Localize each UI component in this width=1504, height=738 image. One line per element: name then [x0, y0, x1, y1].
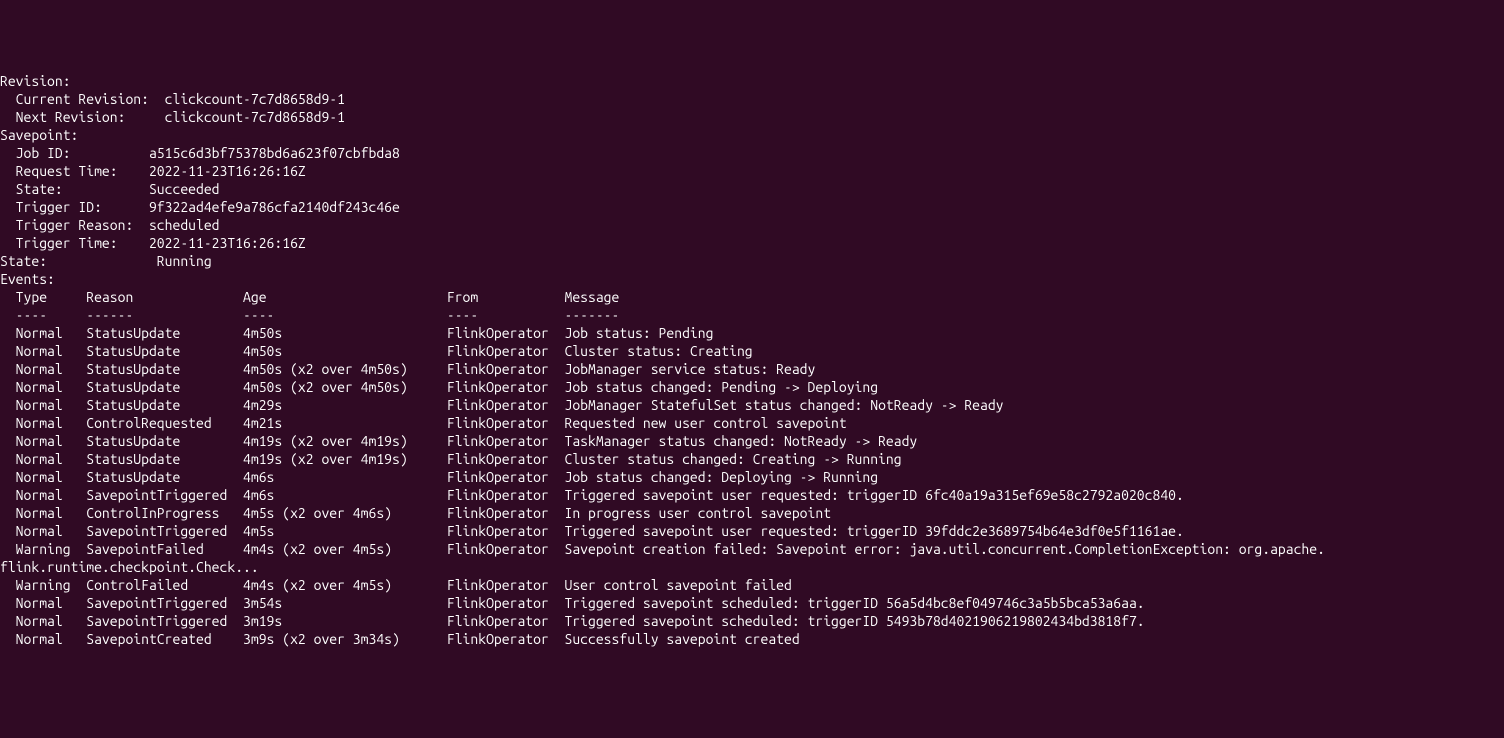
terminal-line: Normal StatusUpdate 4m50s (x2 over 4m50s…: [0, 360, 1504, 378]
terminal-line: Normal StatusUpdate 4m6s FlinkOperator J…: [0, 468, 1504, 486]
terminal-line: Normal StatusUpdate 4m50s (x2 over 4m50s…: [0, 378, 1504, 396]
terminal-line: Trigger Time: 2022-11-23T16:26:16Z: [0, 234, 1504, 252]
terminal-line: Next Revision: clickcount-7c7d8658d9-1: [0, 108, 1504, 126]
terminal-line: Normal StatusUpdate 4m50s FlinkOperator …: [0, 342, 1504, 360]
terminal-line: flink.runtime.checkpoint.Check...: [0, 558, 1504, 576]
terminal-line: Job ID: a515c6d3bf75378bd6a623f07cbfbda8: [0, 144, 1504, 162]
terminal-line: Normal SavepointTriggered 4m6s FlinkOper…: [0, 486, 1504, 504]
terminal-line: Normal ControlInProgress 4m5s (x2 over 4…: [0, 504, 1504, 522]
terminal-line: ---- ------ ---- ---- -------: [0, 306, 1504, 324]
terminal-line: Normal StatusUpdate 4m19s (x2 over 4m19s…: [0, 432, 1504, 450]
terminal-line: Warning SavepointFailed 4m4s (x2 over 4m…: [0, 540, 1504, 558]
terminal-line: State: Running: [0, 252, 1504, 270]
terminal-line: Normal StatusUpdate 4m29s FlinkOperator …: [0, 396, 1504, 414]
terminal-line: Savepoint:: [0, 126, 1504, 144]
terminal-line: Normal SavepointCreated 3m9s (x2 over 3m…: [0, 630, 1504, 648]
terminal-output: Revision: Current Revision: clickcount-7…: [0, 72, 1504, 648]
terminal-line: Normal StatusUpdate 4m50s FlinkOperator …: [0, 324, 1504, 342]
terminal-line: Normal SavepointTriggered 3m19s FlinkOpe…: [0, 612, 1504, 630]
terminal-line: Trigger ID: 9f322ad4efe9a786cfa2140df243…: [0, 198, 1504, 216]
terminal-line: Events:: [0, 270, 1504, 288]
terminal-line: Normal ControlRequested 4m21s FlinkOpera…: [0, 414, 1504, 432]
terminal-line: Request Time: 2022-11-23T16:26:16Z: [0, 162, 1504, 180]
terminal-line: Current Revision: clickcount-7c7d8658d9-…: [0, 90, 1504, 108]
terminal-line: Type Reason Age From Message: [0, 288, 1504, 306]
terminal-line: Revision:: [0, 72, 1504, 90]
terminal-line: Normal SavepointTriggered 4m5s FlinkOper…: [0, 522, 1504, 540]
terminal-line: Normal SavepointTriggered 3m54s FlinkOpe…: [0, 594, 1504, 612]
terminal-line: Trigger Reason: scheduled: [0, 216, 1504, 234]
terminal-line: State: Succeeded: [0, 180, 1504, 198]
terminal-line: Normal StatusUpdate 4m19s (x2 over 4m19s…: [0, 450, 1504, 468]
terminal-line: Warning ControlFailed 4m4s (x2 over 4m5s…: [0, 576, 1504, 594]
